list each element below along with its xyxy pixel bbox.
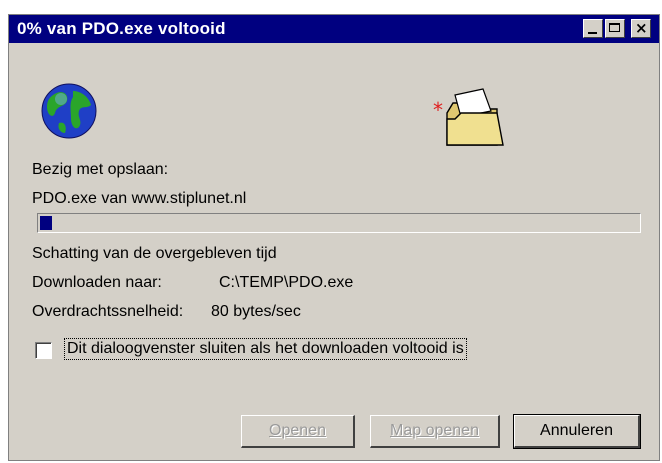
open-folder-button-label: Map openen (390, 422, 479, 439)
download-to-label: Downloaden naar: (32, 274, 162, 291)
minimize-icon[interactable] (583, 19, 603, 38)
download-dialog: 0% van PDO.exe voltooid × * Bezig met op… (8, 14, 660, 461)
globe-icon (41, 83, 97, 139)
title-bar[interactable]: 0% van PDO.exe voltooid × (9, 15, 659, 43)
download-to-value: C:\TEMP\PDO.exe (219, 274, 354, 291)
cancel-button-label: Annuleren (540, 422, 613, 439)
transfer-rate-label: Overdrachtssnelheid: (32, 303, 184, 320)
open-folder-icon: * (433, 88, 504, 146)
progress-bar (37, 213, 641, 233)
progress-fill (40, 216, 52, 230)
maximize-icon[interactable] (605, 19, 625, 38)
open-button-label: Openen (269, 422, 326, 439)
close-when-done-label[interactable]: Dit dialoogvenster sluiten als het downl… (64, 338, 467, 360)
file-source: PDO.exe van www.stiplunet.nl (32, 190, 247, 207)
svg-text:*: * (433, 98, 443, 122)
cancel-button[interactable]: Annuleren (513, 414, 641, 449)
transfer-rate-value: 80 bytes/sec (211, 303, 301, 320)
window-title: 0% van PDO.exe voltooid (17, 19, 226, 38)
estimated-time-label: Schatting van de overgebleven tijd (32, 245, 277, 262)
open-button[interactable]: Openen (241, 415, 355, 448)
open-folder-button[interactable]: Map openen (370, 415, 500, 448)
close-when-done-checkbox[interactable] (35, 342, 52, 359)
saving-label: Bezig met opslaan: (32, 161, 169, 178)
close-icon[interactable]: × (631, 19, 651, 38)
close-glyph: × (635, 19, 648, 37)
